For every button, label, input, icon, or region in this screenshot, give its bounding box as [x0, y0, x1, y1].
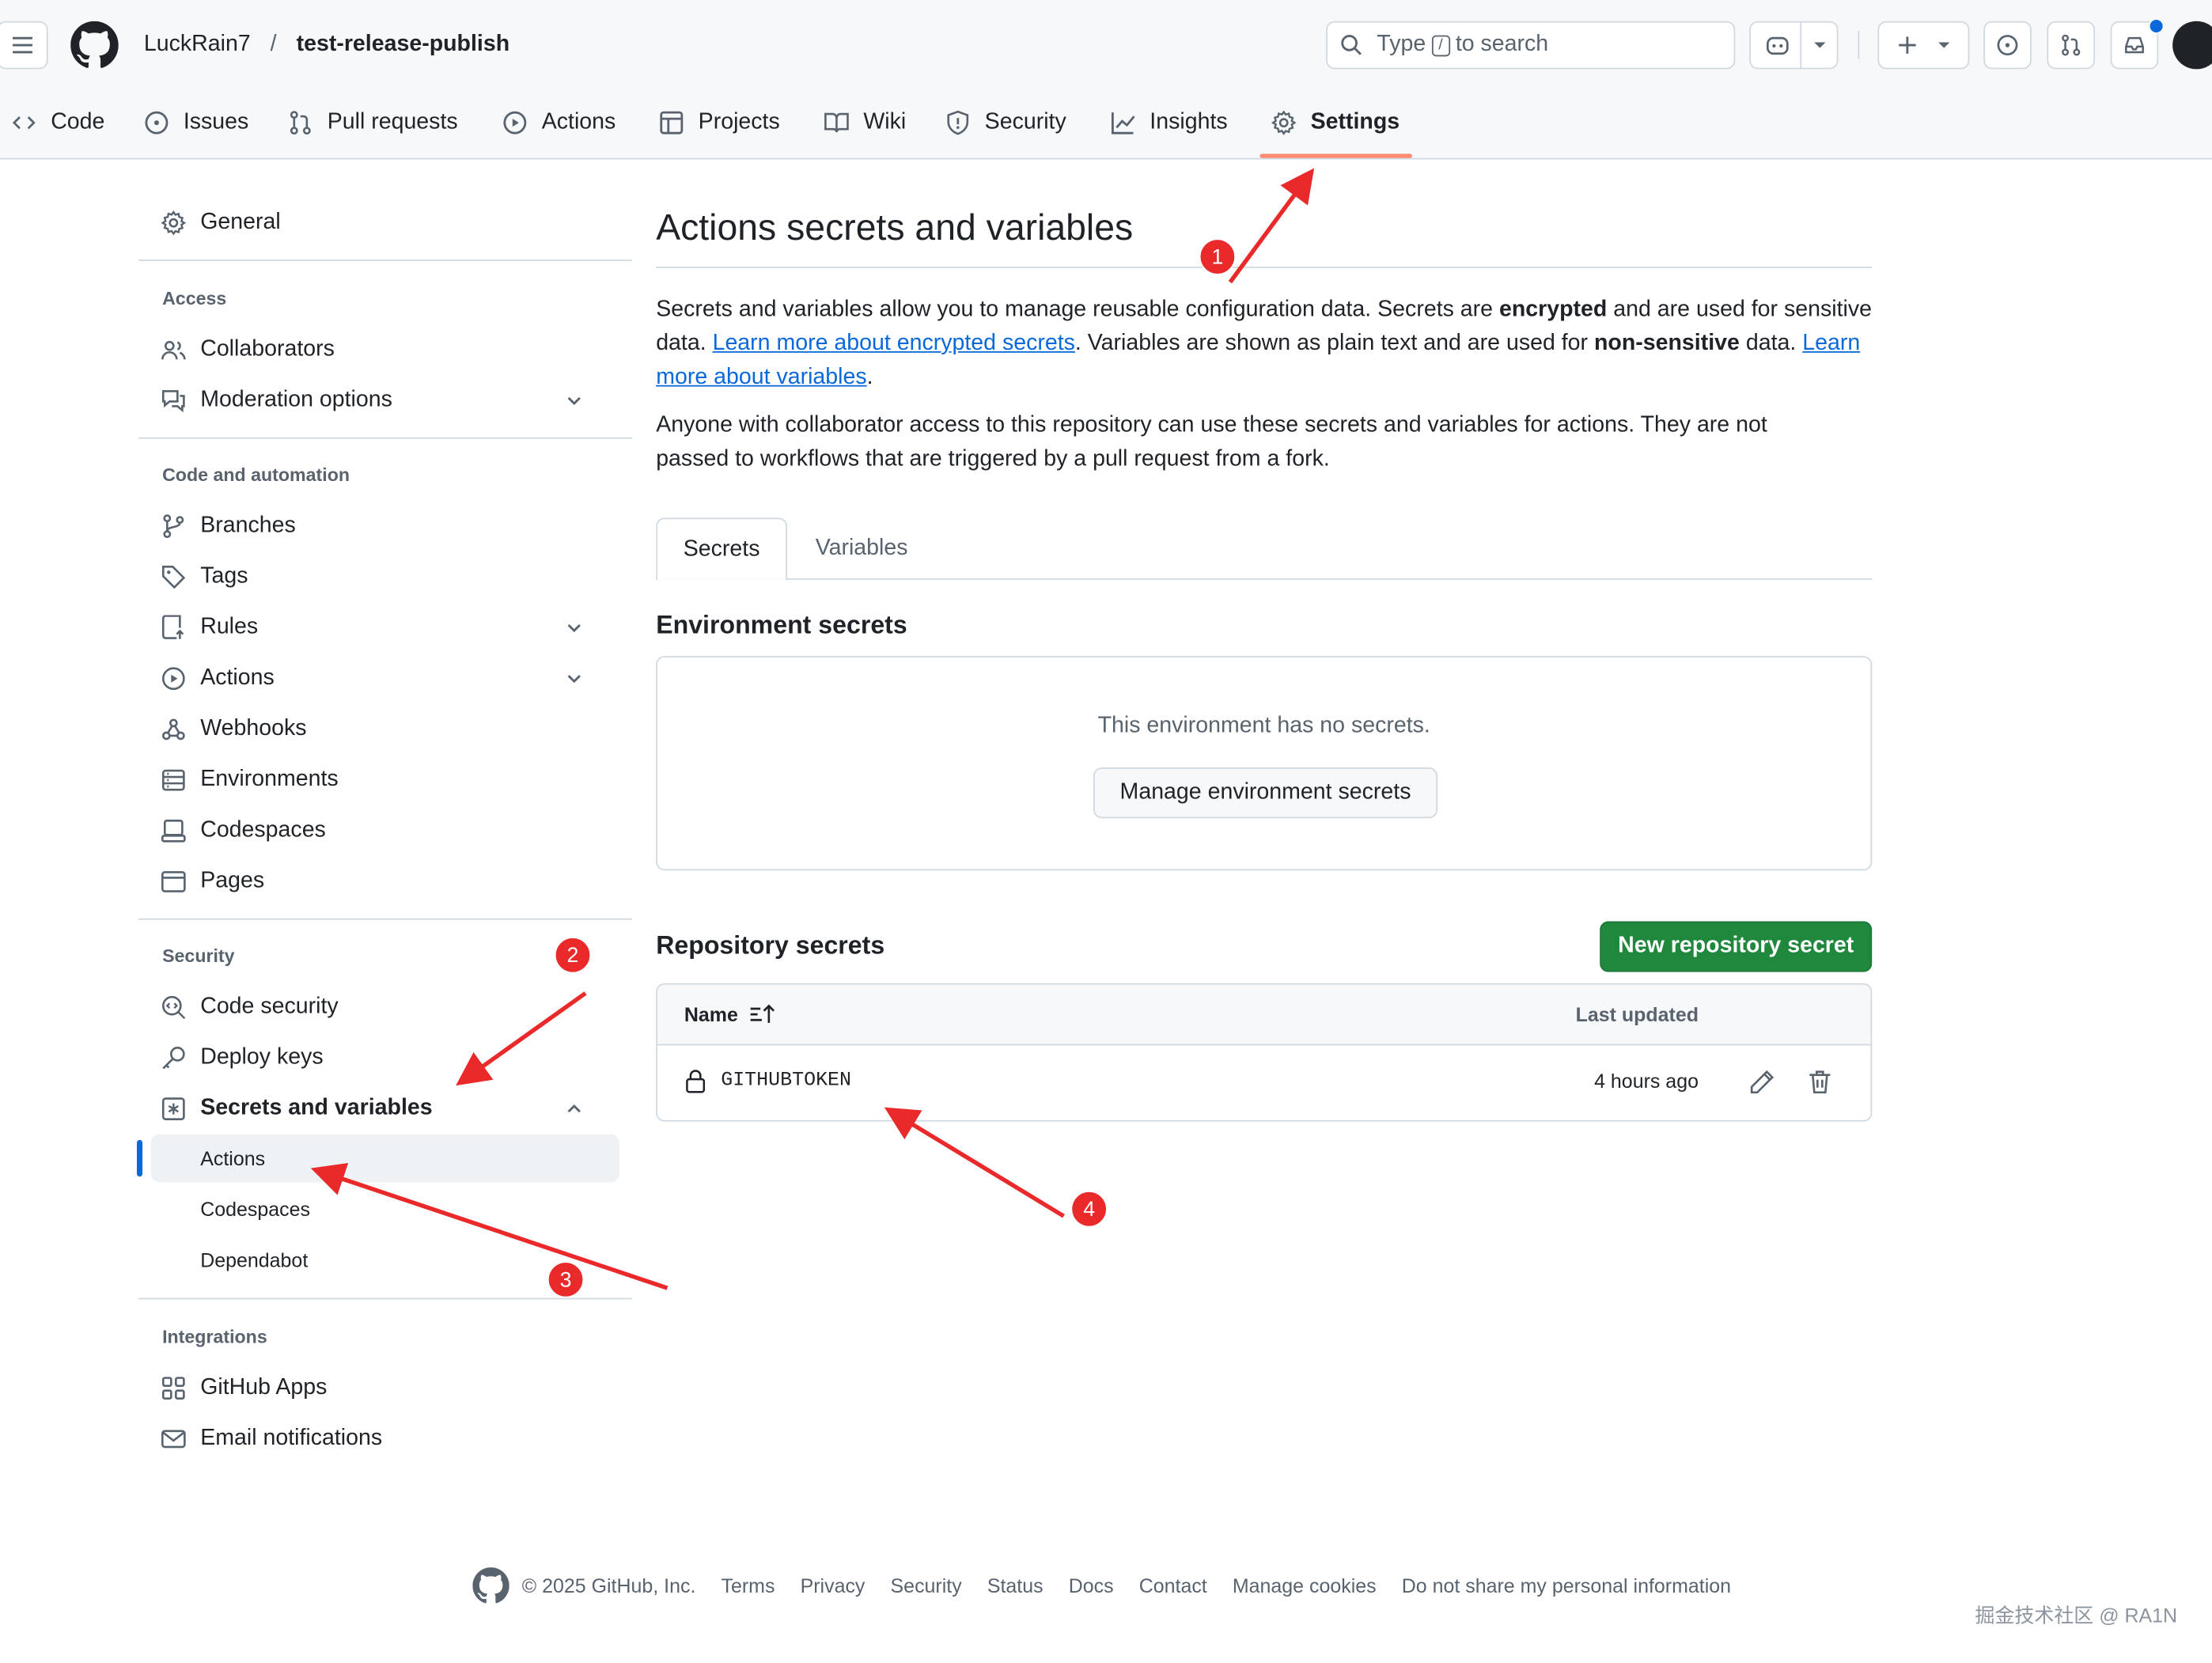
annotation-badge: 2	[554, 937, 592, 974]
annotation-arrow-3	[310, 1162, 669, 1290]
annotation-badge: 3	[547, 1261, 585, 1298]
annotation-arrow-2	[456, 991, 587, 1086]
annotation-arrows	[310, 168, 1315, 1290]
annotation-badge: 1	[1199, 238, 1237, 275]
annotation-arrow-1	[1228, 168, 1315, 284]
page: LuckRain7/test-release-publish Type / to…	[0, 0, 2212, 1663]
annotation-arrow-4	[884, 1107, 1065, 1218]
annotation-badge: 4	[1070, 1191, 1108, 1228]
